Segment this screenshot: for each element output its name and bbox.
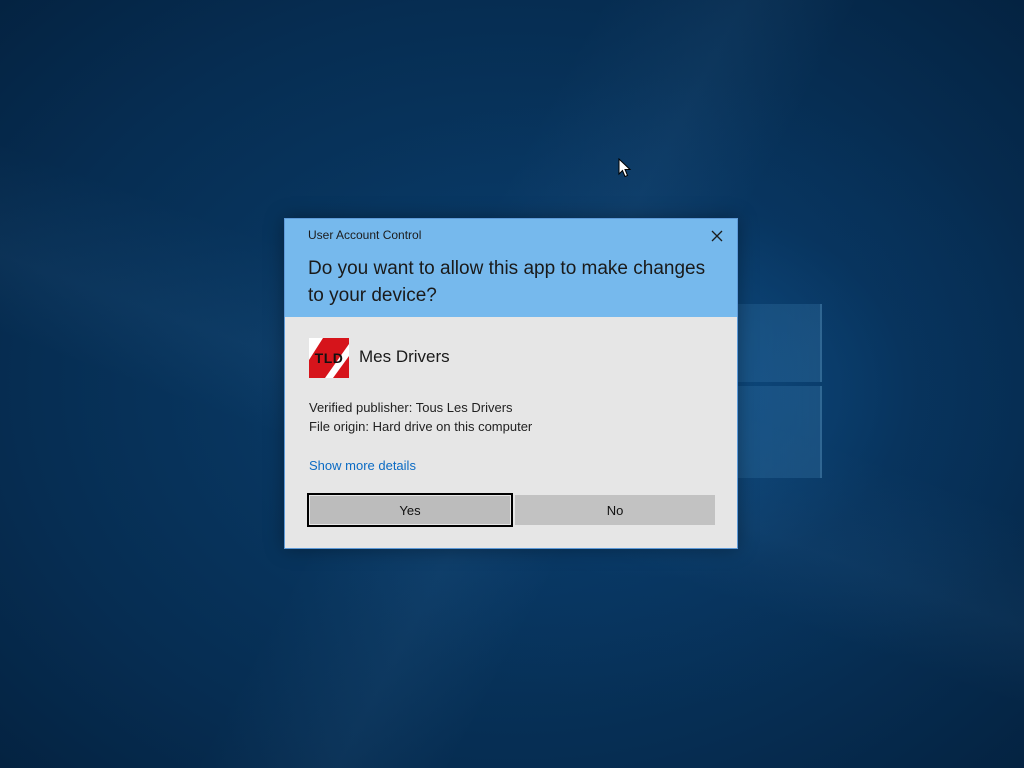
- close-icon: [711, 230, 723, 242]
- uac-title: User Account Control: [308, 228, 422, 242]
- mouse-pointer-icon: [618, 158, 632, 178]
- yes-button[interactable]: Yes: [307, 493, 513, 527]
- uac-question: Do you want to allow this app to make ch…: [308, 258, 706, 306]
- app-name: Mes Drivers: [359, 347, 450, 366]
- no-button-label: No: [606, 502, 624, 518]
- no-button[interactable]: No: [515, 495, 715, 525]
- show-more-details-link[interactable]: Show more details: [309, 458, 416, 473]
- tld-logo-text: TLD: [315, 350, 344, 366]
- tld-logo-icon: TLD: [309, 338, 349, 378]
- desktop-background: User Account Control Do you want to allo…: [0, 0, 1024, 768]
- uac-dialog: User Account Control Do you want to allo…: [284, 218, 738, 549]
- file-origin: File origin: Hard drive on this computer: [309, 419, 533, 434]
- yes-button-label: Yes: [399, 502, 421, 518]
- close-button[interactable]: [705, 225, 729, 247]
- verified-publisher: Verified publisher: Tous Les Drivers: [309, 400, 513, 415]
- uac-header: User Account Control Do you want to allo…: [285, 219, 737, 317]
